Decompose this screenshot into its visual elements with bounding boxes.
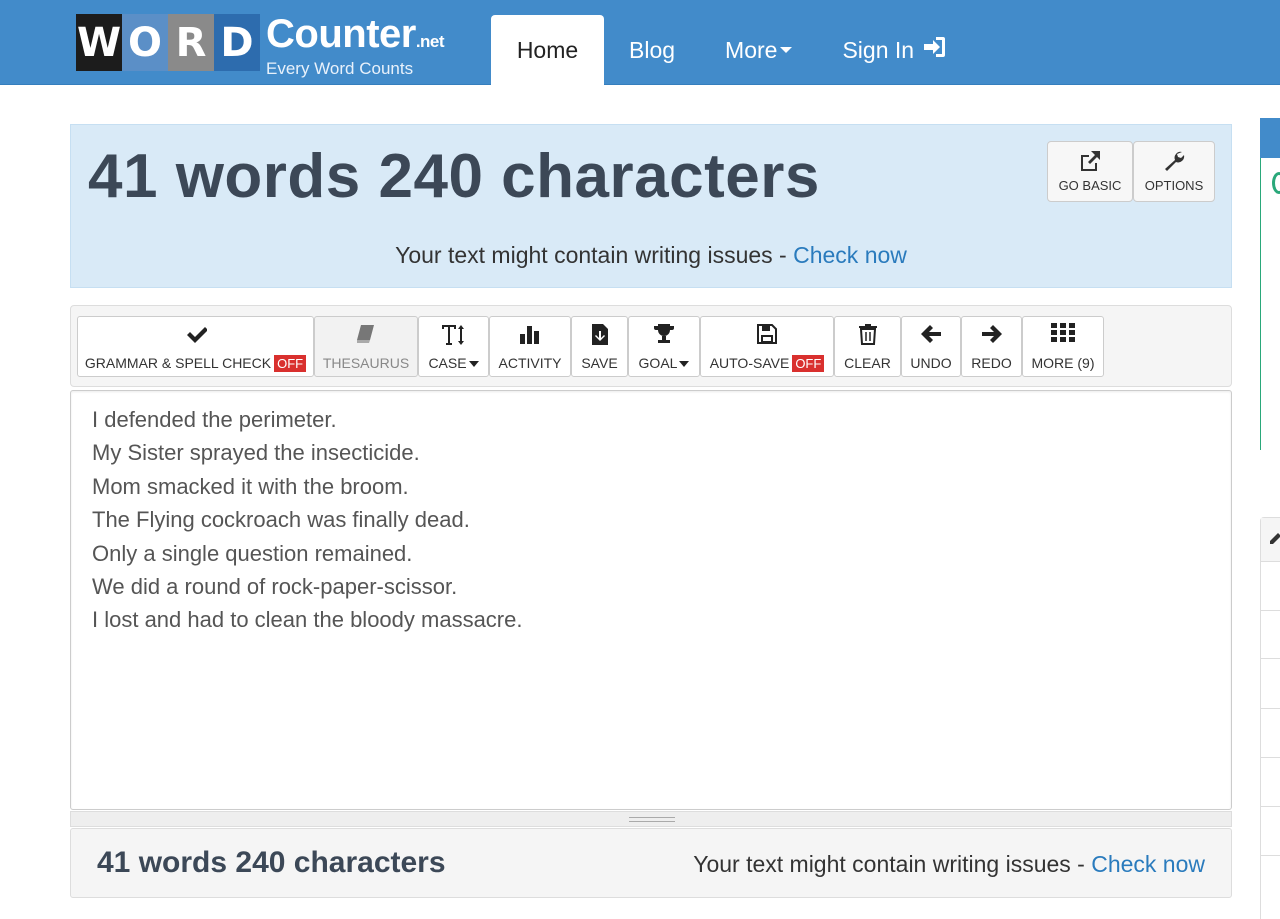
- header-buttons: GO BASIC OPTIONS: [1047, 141, 1215, 202]
- nav-more[interactable]: More: [700, 15, 817, 85]
- file-download-icon: [589, 323, 611, 349]
- writing-issues-notice: Your text might contain writing issues -…: [71, 242, 1231, 269]
- sidebar-widget-edge: [1260, 118, 1280, 450]
- grammar-label: GRAMMAR & SPELL CHECK: [84, 354, 272, 371]
- logo-tld: .net: [415, 32, 445, 51]
- logo-tile-o: O: [122, 14, 168, 71]
- sidebar-divider: [1261, 610, 1280, 611]
- save-label: SAVE: [581, 354, 618, 371]
- case-label: CASE: [428, 354, 467, 371]
- clear-button[interactable]: CLEAR: [834, 316, 901, 377]
- resize-grip-icon: [629, 817, 675, 822]
- go-basic-button[interactable]: GO BASIC: [1047, 141, 1133, 202]
- grammar-spell-check-button[interactable]: GRAMMAR & SPELL CHECK OFF: [77, 316, 314, 377]
- top-navbar: W O R D Counter.net Every Word Counts Ho…: [0, 0, 1280, 85]
- footer-issues-text: Your text might contain writing issues -: [693, 851, 1092, 877]
- external-link-icon: [1078, 150, 1102, 174]
- sidebar-divider: [1261, 855, 1280, 856]
- auto-save-label: AUTO-SAVE: [709, 354, 790, 371]
- sidebar-divider: [1261, 708, 1280, 709]
- sidebar-divider: [1261, 806, 1280, 807]
- editor-line: We did a round of rock-paper-scissor.: [92, 574, 458, 600]
- check-now-link[interactable]: Check now: [793, 242, 907, 268]
- trash-icon: [858, 323, 878, 349]
- editor-resize-handle[interactable]: [70, 811, 1232, 827]
- more-tools-button[interactable]: MORE (9): [1022, 316, 1104, 377]
- trophy-icon: [652, 323, 676, 349]
- wrench-icon: [1162, 150, 1186, 174]
- editor-line: Only a single question remained.: [92, 540, 413, 566]
- activity-button[interactable]: ACTIVITY: [489, 316, 571, 377]
- check-icon: [185, 323, 208, 349]
- arrow-right-icon: [981, 323, 1003, 349]
- site-logo[interactable]: W O R D Counter.net Every Word Counts: [76, 14, 445, 77]
- caret-down-icon: [468, 360, 479, 367]
- caret-down-icon: [780, 47, 793, 53]
- editor-toolbar: GRAMMAR & SPELL CHECK OFF THESAURUS CASE …: [70, 305, 1232, 387]
- goal-label: GOAL: [638, 354, 678, 371]
- text-height-icon: [441, 323, 467, 349]
- count-header-panel: 41 words 240 characters GO BASIC OPTIONS…: [70, 124, 1232, 288]
- undo-button[interactable]: UNDO: [901, 316, 961, 377]
- editor-line: Mom smacked it with the broom.: [92, 473, 409, 499]
- nav-home[interactable]: Home: [491, 15, 604, 85]
- more-tools-label: MORE (9): [1031, 354, 1095, 371]
- nav-signin-label: Sign In: [842, 36, 915, 63]
- sidebar-panel-edge: [1260, 517, 1280, 919]
- nav-more-label: More: [725, 36, 778, 63]
- editor-line: My Sister sprayed the insecticide.: [92, 440, 420, 466]
- text-editor[interactable]: I defended the perimeter. My Sister spra…: [70, 390, 1232, 810]
- logo-tile-w: W: [76, 14, 122, 71]
- sidebar-divider: [1261, 757, 1280, 758]
- sign-in-icon: [922, 36, 946, 64]
- main-nav: Home Blog More Sign In: [491, 15, 971, 85]
- floppy-disk-icon: [756, 323, 778, 349]
- redo-button[interactable]: REDO: [961, 316, 1022, 377]
- footer-writing-issues-notice: Your text might contain writing issues -…: [693, 851, 1205, 878]
- editor-content: I defended the perimeter. My Sister spra…: [92, 403, 522, 637]
- thesaurus-button[interactable]: THESAURUS: [314, 316, 418, 377]
- count-footer-panel: 41 words 240 characters Your text might …: [70, 828, 1232, 898]
- nav-blog[interactable]: Blog: [604, 15, 700, 85]
- save-button[interactable]: SAVE: [571, 316, 628, 377]
- auto-save-off-badge: OFF: [792, 354, 825, 372]
- sidebar-divider: [1261, 658, 1280, 659]
- redo-label: REDO: [971, 354, 1012, 371]
- issues-text: Your text might contain writing issues -: [395, 242, 794, 268]
- logo-tile-r: R: [168, 14, 214, 71]
- undo-label: UNDO: [910, 354, 952, 371]
- go-basic-label: GO BASIC: [1058, 178, 1122, 193]
- clear-label: CLEAR: [844, 354, 891, 371]
- editor-line: I lost and had to clean the bloody massa…: [92, 607, 523, 633]
- editor-line: I defended the perimeter.: [92, 407, 337, 432]
- goal-button[interactable]: GOAL: [628, 316, 700, 377]
- footer-word-character-count: 41 words 240 characters: [97, 846, 446, 879]
- auto-save-button[interactable]: AUTO-SAVE OFF: [700, 316, 834, 377]
- grammar-off-badge: OFF: [274, 354, 307, 372]
- options-button[interactable]: OPTIONS: [1133, 141, 1215, 202]
- nav-signin[interactable]: Sign In: [817, 15, 971, 85]
- footer-check-now-link[interactable]: Check now: [1091, 851, 1205, 877]
- thesaurus-label: THESAURUS: [322, 354, 410, 371]
- arrow-left-icon: [920, 323, 942, 349]
- logo-wordmark: Counter.net Every Word Counts: [266, 12, 445, 78]
- caret-down-icon: [679, 360, 690, 367]
- sidebar-widget-header: [1260, 118, 1280, 158]
- logo-tagline: Every Word Counts: [266, 59, 414, 78]
- book-icon: [355, 323, 377, 349]
- bar-chart-icon: [519, 323, 541, 349]
- word-character-count: 41 words 240 characters: [88, 142, 820, 211]
- editor-line: The Flying cockroach was finally dead.: [92, 507, 470, 533]
- logo-name: Counter: [266, 12, 416, 56]
- options-label: OPTIONS: [1144, 178, 1204, 193]
- case-button[interactable]: CASE: [418, 316, 489, 377]
- logo-tile-d: D: [214, 14, 260, 71]
- sidebar-status-icon: [1272, 172, 1280, 194]
- activity-label: ACTIVITY: [498, 354, 562, 371]
- pencil-icon[interactable]: [1268, 532, 1280, 551]
- grid-icon: [1051, 322, 1075, 349]
